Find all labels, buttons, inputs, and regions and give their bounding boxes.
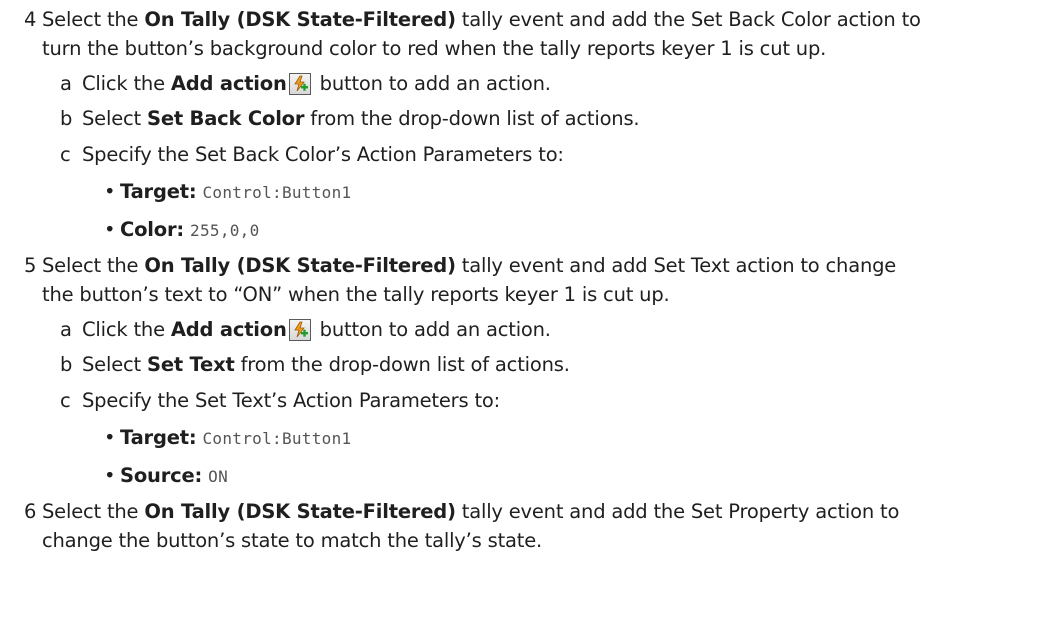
step-text: Select the On Tally (DSK State-Filtered)…: [42, 254, 897, 277]
substep-text: Select Set Text from the drop-down list …: [82, 353, 570, 376]
substep-letter: b: [60, 353, 73, 376]
param-target: Target: Control:Button1: [120, 426, 352, 449]
substep-letter: a: [60, 72, 72, 95]
substep-text: Click the Add action button to add an ac…: [82, 318, 551, 341]
param-value: 255,0,0: [190, 221, 260, 240]
event-name: On Tally (DSK State-Filtered): [144, 254, 456, 277]
param-value: Control:Button1: [202, 183, 352, 202]
substep-letter: c: [60, 143, 71, 166]
bullet: •: [104, 464, 116, 487]
substep-text: Specify the Set Back Color’s Action Para…: [82, 143, 564, 166]
step-text: Select the On Tally (DSK State-Filtered)…: [42, 8, 921, 31]
substep-text: Specify the Set Text’s Action Parameters…: [82, 389, 500, 412]
bullet: •: [104, 218, 116, 241]
step-number: 6: [24, 500, 37, 523]
substep-letter: b: [60, 107, 73, 130]
param-color: Color: 255,0,0: [120, 218, 260, 241]
add-action-icon: [288, 73, 311, 95]
substep-text: Click the Add action button to add an ac…: [82, 72, 551, 95]
bullet: •: [104, 180, 116, 203]
step-text-cont: change the button’s state to match the t…: [42, 529, 542, 552]
bullet: •: [104, 426, 116, 449]
param-value: ON: [208, 467, 229, 486]
substep-letter: c: [60, 389, 71, 412]
param-target: Target: Control:Button1: [120, 180, 352, 203]
param-value: Control:Button1: [202, 429, 352, 448]
step-number: 5: [24, 254, 37, 277]
substep-letter: a: [60, 318, 72, 341]
step-text: Select the On Tally (DSK State-Filtered)…: [42, 500, 900, 523]
step-number: 4: [24, 8, 37, 31]
param-source: Source: ON: [120, 464, 229, 487]
document-page: 4 Select the On Tally (DSK State-Filtere…: [0, 0, 1054, 632]
event-name: On Tally (DSK State-Filtered): [144, 500, 456, 523]
event-name: On Tally (DSK State-Filtered): [144, 8, 456, 31]
step-text-cont: the button’s text to “ON” when the tally…: [42, 283, 670, 306]
add-action-icon: [288, 319, 311, 341]
step-text-cont: turn the button’s background color to re…: [42, 37, 827, 60]
substep-text: Select Set Back Color from the drop-down…: [82, 107, 640, 130]
